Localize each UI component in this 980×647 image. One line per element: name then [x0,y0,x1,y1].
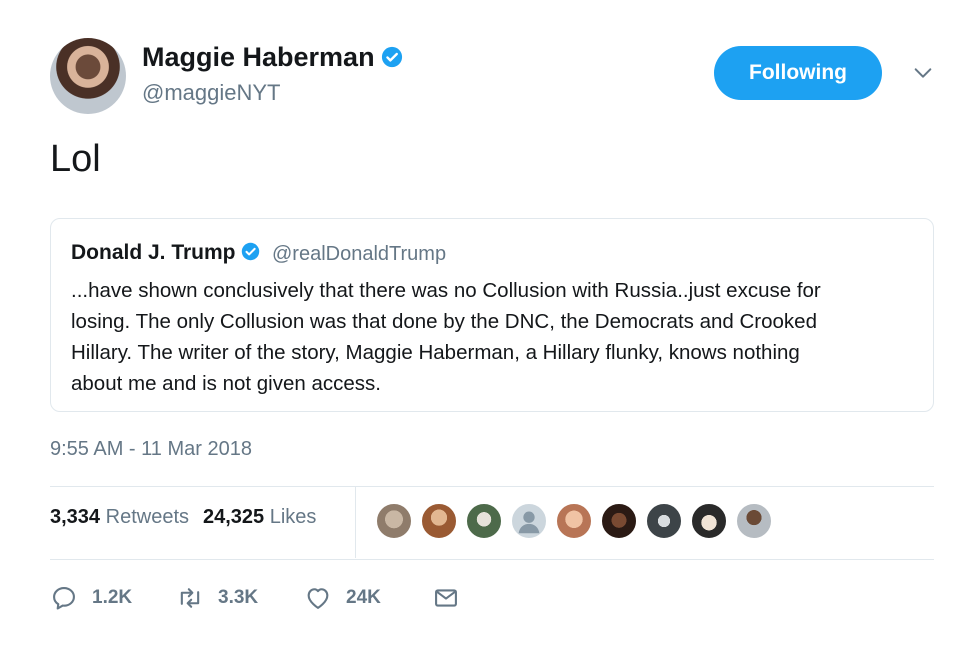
liker-avatar[interactable] [510,502,548,540]
likes-stat[interactable]: 24,325 Likes [203,506,316,528]
quoted-text-line: losing. The only Collusion was that done… [71,310,817,333]
liker-avatar[interactable] [690,502,728,540]
heart-icon [307,588,329,609]
author-avatar[interactable] [50,38,126,114]
chevron-down-icon[interactable] [912,62,934,84]
author-name[interactable]: Maggie Haberman [142,42,403,73]
author-handle[interactable]: @maggieNYT [142,80,281,106]
reply-icon [53,587,75,610]
liker-avatar[interactable] [465,502,503,540]
verified-badge-icon [241,242,259,261]
following-button[interactable]: Following [714,46,882,100]
liker-avatar[interactable] [645,502,683,540]
retweet-button[interactable]: 3.3K [176,580,258,616]
quoted-author-name-text: Donald J. Trump [71,241,236,264]
vertical-divider [355,486,356,558]
retweet-count: 3.3K [218,587,259,608]
liker-avatar[interactable] [420,502,458,540]
liker-avatar[interactable] [555,502,593,540]
quoted-tweet-text: ...have shown conclusively that there wa… [71,275,901,399]
tweet-timestamp[interactable]: 9:55 AM - 11 Mar 2018 [50,438,252,461]
quoted-author-handle: @realDonaldTrump [272,243,447,265]
quoted-author-name: Donald J. Trump [71,241,260,265]
reply-count: 1.2K [92,587,133,608]
quoted-text-line: about me and is not given access. [71,372,381,395]
retweets-count: 3,334 [50,506,101,528]
quoted-text-line: ...have shown conclusively that there wa… [71,279,821,302]
quoted-text-line: Hillary. The writer of the story, Maggie… [71,341,800,364]
likes-label: Likes [269,506,317,528]
divider [50,559,934,560]
like-button[interactable]: 24K [304,580,381,616]
liker-avatar[interactable] [735,502,773,540]
likes-count: 24,325 [203,506,265,528]
verified-badge-icon [381,46,402,68]
retweets-label: Retweets [105,506,189,528]
tweet-stats: 3,334 Retweets 24,325 Likes [50,506,316,529]
quoted-tweet[interactable]: Donald J. Trump @realDonaldTrump ...have… [50,218,934,412]
liker-avatar[interactable] [375,502,413,540]
liker-avatar[interactable] [600,502,638,540]
divider [50,486,934,487]
reply-button[interactable]: 1.2K [50,580,132,616]
envelope-icon [435,589,457,607]
default-profile-icon [518,511,540,534]
retweet-icon [180,588,200,608]
direct-message-button[interactable] [432,580,460,616]
tweet-text: Lol [50,138,101,180]
retweets-stat[interactable]: 3,334 Retweets [50,506,189,528]
author-name-text: Maggie Haberman [142,42,375,72]
like-count: 24K [346,587,381,608]
